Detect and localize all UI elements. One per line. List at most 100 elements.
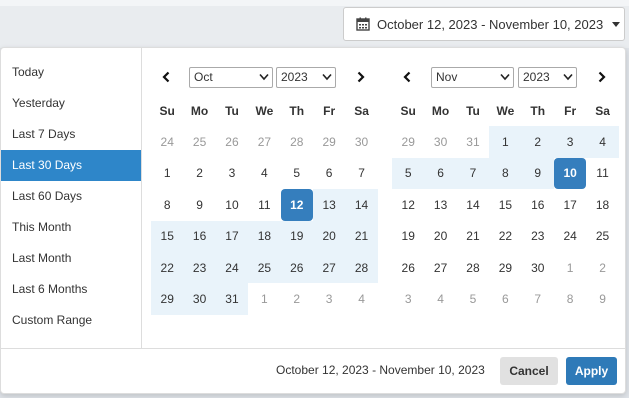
calendar-day[interactable]: 17 — [215, 220, 249, 252]
calendar-day[interactable]: 26 — [392, 252, 424, 283]
apply-button[interactable]: Apply — [566, 357, 617, 385]
calendar-day[interactable]: 1 — [489, 126, 522, 158]
calendar-day[interactable]: 14 — [457, 189, 489, 220]
calendar-day[interactable]: 3 — [216, 158, 248, 189]
calendar-day[interactable]: 13 — [312, 189, 346, 221]
calendar-day-other-month[interactable]: 4 — [345, 283, 377, 314]
calendar-day-other-month[interactable]: 1 — [248, 283, 280, 314]
calendar-day[interactable]: 23 — [522, 221, 554, 252]
calendar-day[interactable]: 2 — [521, 126, 554, 158]
calendar-day-other-month[interactable]: 5 — [457, 283, 489, 314]
calendar-day[interactable]: 29 — [489, 252, 521, 283]
calendar-day-other-month[interactable]: 24 — [151, 126, 183, 157]
calendar-day-other-month[interactable]: 3 — [313, 283, 345, 314]
calendar-day[interactable]: 15 — [151, 220, 184, 252]
calendar-day[interactable]: 27 — [312, 251, 346, 284]
date-range-trigger[interactable]: October 12, 2023 - November 10, 2023 — [343, 7, 625, 41]
calendar-day-other-month[interactable]: 31 — [457, 126, 489, 157]
prev-month-button-right[interactable] — [396, 66, 418, 88]
calendar-day[interactable]: 6 — [313, 158, 345, 189]
calendar-day-other-month[interactable]: 29 — [392, 126, 424, 157]
calendar-day[interactable]: 7 — [456, 157, 490, 190]
range-item-last-30-days[interactable]: Last 30 Days — [1, 150, 141, 181]
calendar-day[interactable]: 18 — [248, 220, 281, 252]
calendar-day[interactable]: 16 — [183, 220, 216, 252]
calendar-day[interactable]: 24 — [215, 251, 249, 284]
calendar-day[interactable]: 5 — [281, 158, 313, 189]
calendar-day[interactable]: 20 — [424, 221, 456, 252]
range-item-this-month[interactable]: This Month — [1, 212, 141, 243]
calendar-day[interactable]: 28 — [457, 252, 489, 283]
year-select-left[interactable]: 2023 — [276, 67, 336, 88]
prev-month-button[interactable] — [155, 66, 177, 88]
calendar-day-other-month[interactable]: 9 — [586, 283, 618, 314]
calendar-day[interactable]: 26 — [280, 251, 313, 284]
calendar-day[interactable]: 25 — [586, 221, 618, 252]
calendar-day-other-month[interactable]: 26 — [216, 126, 248, 157]
calendar-day[interactable]: 20 — [312, 220, 346, 252]
calendar-day-other-month[interactable]: 8 — [554, 283, 586, 314]
calendar-day[interactable]: 14 — [345, 189, 378, 221]
calendar-day[interactable]: 17 — [554, 189, 586, 220]
calendar-day[interactable]: 4 — [248, 158, 280, 189]
calendar-day[interactable]: 7 — [345, 158, 377, 189]
calendar-day[interactable]: 5 — [392, 157, 425, 190]
calendar-day[interactable]: 3 — [553, 126, 587, 158]
calendar-day[interactable]: 23 — [183, 251, 216, 284]
range-item-last-7-days[interactable]: Last 7 Days — [1, 119, 141, 150]
calendar-day[interactable]: 13 — [424, 189, 456, 220]
calendar-day[interactable]: 9 — [521, 157, 554, 190]
calendar-day[interactable]: 4 — [586, 126, 619, 158]
calendar-day[interactable]: 10 — [216, 189, 248, 220]
month-select-right[interactable]: Nov — [431, 67, 514, 88]
calendar-day[interactable]: 15 — [489, 189, 521, 220]
range-item-today[interactable]: Today — [1, 57, 141, 88]
calendar-day[interactable]: 16 — [522, 189, 554, 220]
calendar-day[interactable]: 11 — [248, 189, 280, 220]
calendar-day-other-month[interactable]: 27 — [248, 126, 280, 157]
calendar-day[interactable]: 1 — [151, 158, 183, 189]
calendar-day-other-month[interactable]: 2 — [281, 283, 313, 314]
calendar-day[interactable]: 8 — [489, 157, 522, 190]
calendar-day-other-month[interactable]: 3 — [392, 283, 424, 314]
calendar-day-other-month[interactable]: 28 — [281, 126, 313, 157]
calendar-day[interactable]: 30 — [183, 283, 216, 315]
calendar-day[interactable]: 12 — [392, 189, 424, 220]
calendar-day[interactable]: 31 — [215, 283, 249, 315]
range-item-custom-range[interactable]: Custom Range — [1, 305, 141, 336]
calendar-day-selected[interactable]: 10 — [553, 157, 587, 190]
calendar-day-other-month[interactable]: 2 — [586, 252, 618, 283]
calendar-day[interactable]: 28 — [345, 251, 378, 284]
next-month-button-left[interactable] — [350, 66, 372, 88]
calendar-day[interactable]: 19 — [280, 220, 313, 252]
calendar-day-other-month[interactable]: 29 — [313, 126, 345, 157]
calendar-day-other-month[interactable]: 6 — [489, 283, 521, 314]
calendar-day-other-month[interactable]: 25 — [183, 126, 215, 157]
calendar-day[interactable]: 21 — [345, 220, 378, 252]
range-item-last-60-days[interactable]: Last 60 Days — [1, 181, 141, 212]
calendar-day[interactable]: 29 — [151, 283, 184, 315]
calendar-day[interactable]: 25 — [248, 251, 281, 284]
calendar-day[interactable]: 30 — [522, 252, 554, 283]
year-select-right[interactable]: 2023 — [518, 67, 577, 88]
range-item-last-6-months[interactable]: Last 6 Months — [1, 274, 141, 305]
month-select-left[interactable]: Oct — [189, 67, 273, 88]
calendar-day-selected[interactable]: 12 — [280, 189, 313, 221]
calendar-day[interactable]: 18 — [586, 189, 618, 220]
calendar-day-other-month[interactable]: 1 — [554, 252, 586, 283]
calendar-day-other-month[interactable]: 7 — [522, 283, 554, 314]
calendar-day[interactable]: 8 — [151, 189, 183, 220]
calendar-day[interactable]: 21 — [457, 221, 489, 252]
calendar-day-other-month[interactable]: 4 — [424, 283, 456, 314]
range-item-yesterday[interactable]: Yesterday — [1, 88, 141, 119]
calendar-day[interactable]: 22 — [489, 221, 521, 252]
calendar-day[interactable]: 6 — [424, 157, 457, 190]
calendar-day[interactable]: 9 — [183, 189, 215, 220]
calendar-day[interactable]: 27 — [424, 252, 456, 283]
calendar-day-other-month[interactable]: 30 — [424, 126, 456, 157]
cancel-button[interactable]: Cancel — [500, 357, 558, 385]
calendar-day[interactable]: 19 — [392, 221, 424, 252]
next-month-button[interactable] — [591, 66, 613, 88]
calendar-day[interactable]: 24 — [554, 221, 586, 252]
calendar-day[interactable]: 22 — [151, 251, 184, 284]
